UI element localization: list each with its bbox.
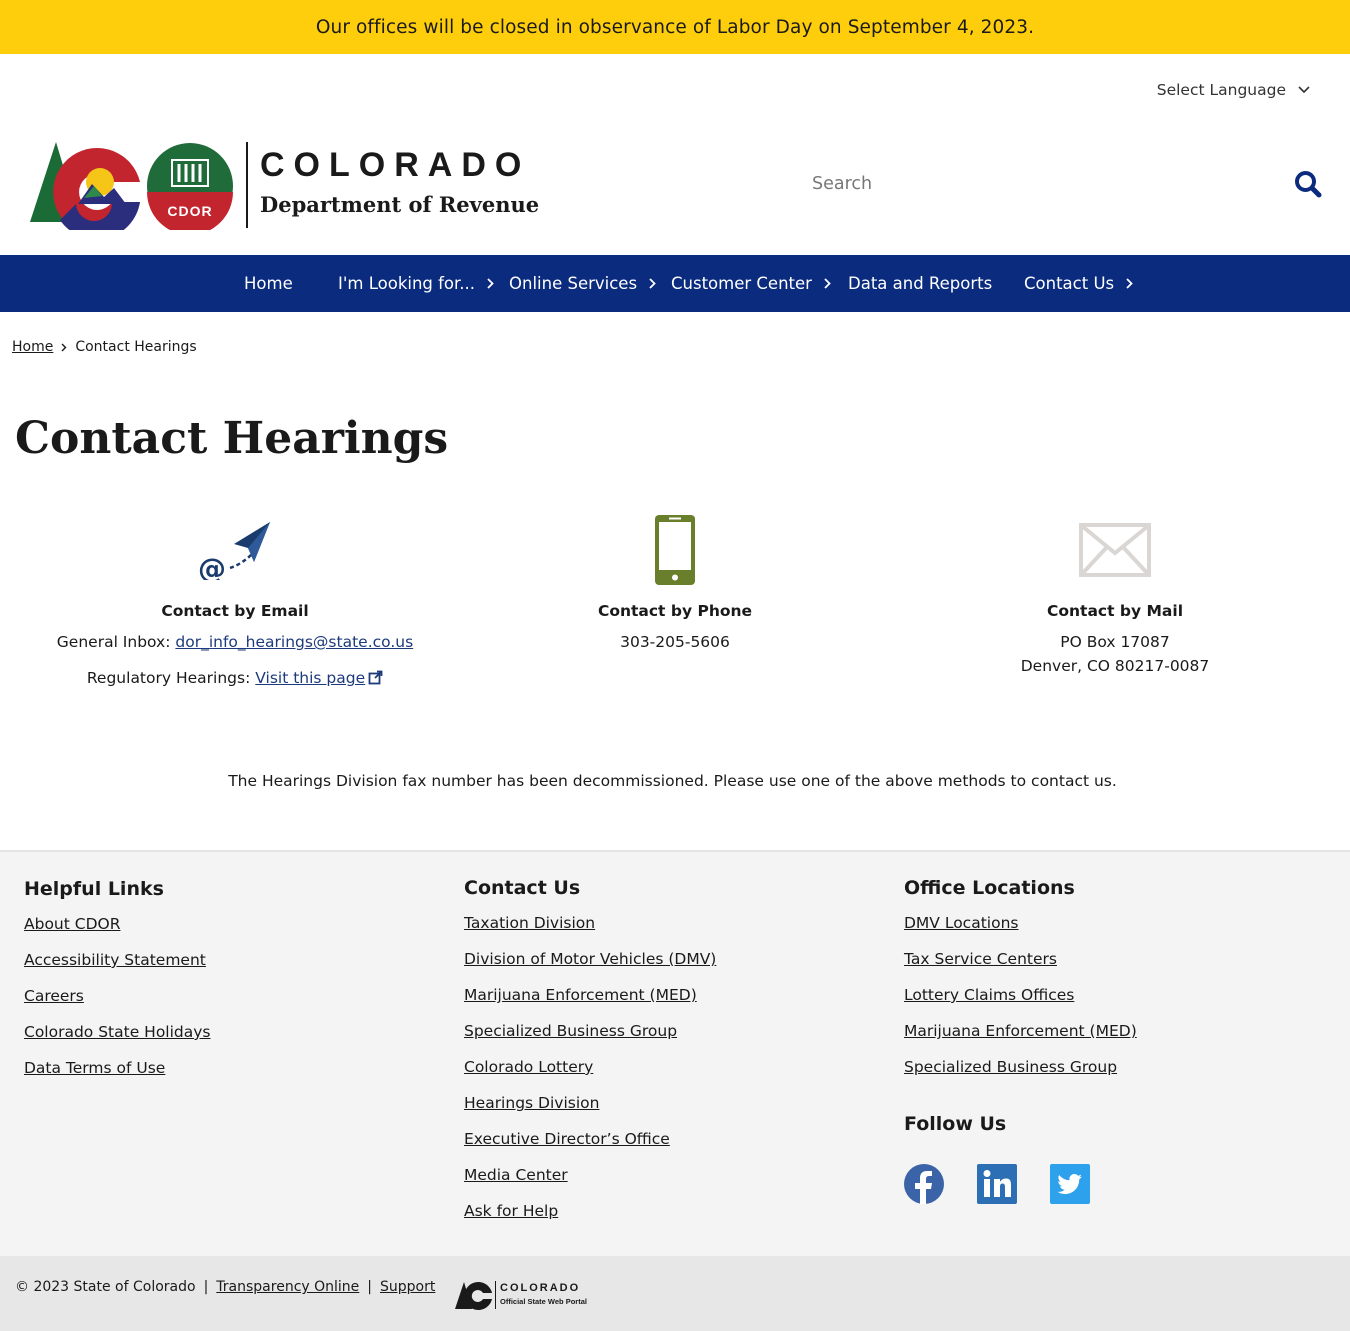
general-inbox-email-link[interactable]: dor_info_hearings@state.co.us [175,633,413,651]
regulatory-hearings-label: Regulatory Hearings: [86,669,251,687]
footer-link[interactable]: Specialized Business Group [464,1022,677,1040]
search-icon[interactable] [1294,170,1322,198]
footer-link[interactable]: Marijuana Enforcement (MED) [904,1022,1137,1040]
footer-link[interactable]: Accessibility Statement [24,951,206,969]
mail-line-1: PO Box 17087 [1060,633,1170,651]
nav-item-label: Contact Us [1024,274,1115,293]
footer-heading: Helpful Links [24,878,164,900]
footer-contact-us: Contact Us Taxation Division Division of… [464,877,716,1237]
page-title: Contact Hearings [15,413,449,464]
chevron-right-icon [487,278,494,289]
nav-item-data-reports[interactable]: Data and Reports [848,255,992,312]
social-links [904,1164,1123,1204]
svg-text:CDOR: CDOR [167,203,212,219]
logo-colorado: COLORADO [260,146,531,184]
chevron-right-icon [1126,278,1133,289]
colorado-portal-logo[interactable]: COLORADO Official State Web Portal [455,1281,595,1311]
breadcrumb-current: Contact Hearings [75,339,197,355]
nav-item-label: Online Services [509,274,638,293]
copyright-text: © 2023 State of Colorado [15,1279,196,1295]
nav-item-looking-for[interactable]: I'm Looking for... [338,255,494,312]
colorado-c-logo [455,1282,492,1310]
mobile-phone-icon [655,515,695,585]
general-inbox-label: General Inbox: [56,633,171,651]
bottom-bar: © 2023 State of Colorado | Transparency … [0,1256,1350,1331]
alert-banner: Our offices will be closed in observance… [0,0,1350,54]
cdor-seal: CDOR [147,143,233,230]
portal-divider [495,1281,496,1309]
svg-text:@: @ [198,552,226,580]
footer-link[interactable]: Media Center [464,1166,568,1184]
footer-heading: Office Locations [904,877,1075,899]
contact-email-title: Contact by Email [161,602,309,620]
separator: | [367,1279,373,1295]
language-label: Select Language [1156,81,1286,99]
external-link-icon [368,670,383,685]
nav-item-label: I'm Looking for... [338,274,476,293]
separator: | [203,1279,209,1295]
nav-item-label: Data and Reports [848,274,993,293]
nav-item-customer-center[interactable]: Customer Center [671,255,831,312]
footer-link[interactable]: Specialized Business Group [904,1058,1117,1076]
contact-mail-title: Contact by Mail [1046,602,1184,620]
chevron-right-icon [649,278,656,289]
phone-number: 303-205-5606 [620,633,730,651]
breadcrumb-home[interactable]: Home [12,339,53,355]
nav-item-contact-us[interactable]: Contact Us [1024,255,1133,312]
main-nav: Home I'm Looking for... Online Services … [0,255,1350,312]
footer-heading-follow: Follow Us [904,1113,1007,1135]
footer-link[interactable]: Colorado Lottery [464,1058,593,1076]
footer-link[interactable]: Data Terms of Use [24,1059,165,1077]
email-send-icon: @ [198,522,270,580]
logo-divider [246,142,248,228]
nav-item-label: Home [244,274,293,293]
footer-link[interactable]: DMV Locations [904,914,1018,932]
portal-subtitle: Official State Web Portal [500,1297,587,1306]
contact-email-section: @ Contact by Email General Inbox: dor_in… [25,510,445,690]
alert-text: Our offices will be closed in observance… [315,16,1035,38]
footer-link[interactable]: Lottery Claims Offices [904,986,1074,1004]
footer-helpful-links: Helpful Links About CDOR Accessibility S… [24,878,211,1094]
support-link[interactable]: Support [380,1279,435,1295]
footer-office-locations: Office Locations DMV Locations Tax Servi… [904,877,1137,1135]
linkedin-icon[interactable] [977,1164,1017,1204]
footer-heading: Contact Us [464,877,581,899]
logo-department: Department of Revenue [260,192,540,217]
chevron-right-icon [824,278,831,289]
language-select[interactable]: Select Language [1157,81,1310,99]
portal-title: COLORADO [500,1282,581,1294]
twitter-icon[interactable] [1050,1164,1090,1204]
facebook-icon[interactable] [904,1164,944,1204]
footer-link[interactable]: Division of Motor Vehicles (DMV) [464,950,716,968]
regulatory-hearings-link[interactable]: Visit this page [255,669,365,687]
breadcrumb: Home Contact Hearings [12,339,197,355]
envelope-icon [1079,523,1151,577]
chevron-down-icon [1298,86,1310,94]
nav-item-home[interactable]: Home [244,255,293,312]
footer-link[interactable]: Taxation Division [464,914,595,932]
chevron-right-icon [61,343,67,351]
footer-link[interactable]: Tax Service Centers [904,950,1057,968]
footer-link[interactable]: Hearings Division [464,1094,599,1112]
footer-link[interactable]: Careers [24,987,84,1005]
colorado-c-logo [30,142,140,230]
footer-link[interactable]: Ask for Help [464,1202,558,1220]
transparency-online-link[interactable]: Transparency Online [216,1279,359,1295]
site-search [812,164,1322,204]
cdor-logo[interactable]: CDOR COLORADO Department of Revenue [30,142,540,230]
mail-line-2: Denver, CO 80217-0087 [1020,657,1210,675]
footer-link[interactable]: Executive Director’s Office [464,1130,670,1148]
contact-phone-section: Contact by Phone 303-205-5606 [525,510,825,654]
copyright-row: © 2023 State of Colorado | Transparency … [15,1279,435,1295]
footer-link[interactable]: About CDOR [24,915,120,933]
footer-link[interactable]: Colorado State Holidays [24,1023,211,1041]
search-input[interactable] [812,164,1282,204]
contact-phone-title: Contact by Phone [597,602,753,620]
site-footer: Helpful Links About CDOR Accessibility S… [0,850,1350,1256]
fax-note: The Hearings Division fax number has bee… [228,772,1117,790]
nav-item-label: Customer Center [671,274,812,293]
contact-mail-section: Contact by Mail PO Box 17087 Denver, CO … [965,510,1265,678]
nav-item-online-services[interactable]: Online Services [509,255,656,312]
footer-link[interactable]: Marijuana Enforcement (MED) [464,986,697,1004]
